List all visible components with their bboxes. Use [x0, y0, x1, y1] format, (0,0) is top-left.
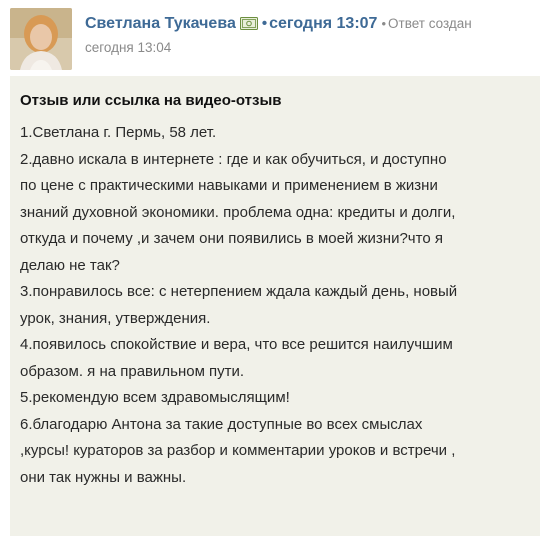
answer-line: делаю не так?: [20, 256, 120, 274]
answer-line: 6.благодарю Антона за такие доступные во…: [20, 415, 423, 433]
post-meta: Светлана Тукачева • сегодня 13:07 • Ответ со…: [85, 12, 540, 60]
money-badge-icon: [239, 14, 258, 30]
answer-line: образом. я на правильном пути.: [20, 362, 245, 380]
post-header: Светлана Тукачева • сегодня 13:07 • Ответ со…: [10, 8, 540, 72]
answer-line: 5.рекомендую всем здравомыслящим!: [20, 389, 290, 406]
answer-title: Отзыв или ссылка на видео-отзыв: [20, 92, 282, 109]
answer-line: по цене с практическими навыками и приме…: [20, 177, 438, 194]
answer-line: урок, знания, утверждения.: [20, 309, 211, 327]
answer-line: 1.Светлана г. Пермь, 58 лет.: [20, 124, 217, 141]
answer-line: откуда и почему ,и зачем они появились в…: [20, 230, 443, 247]
author-name-link[interactable]: Светлана Тукачева: [85, 15, 236, 32]
answer-line: 2.давно искала в интернете : где и как о…: [20, 150, 447, 168]
answer-line: 3.понравилось все: с нетерпением ждала к…: [20, 283, 458, 300]
created-label: Ответ создан: [388, 16, 472, 31]
avatar-image: [10, 8, 72, 70]
avatar[interactable]: [10, 8, 72, 70]
answer-line: ,курсы! кураторов за разбор и комментари…: [20, 442, 456, 459]
answer-line: они так нужны и важны.: [20, 468, 187, 486]
answer-box: Отзыв или ссылка на видео-отзыв 1.Светла…: [10, 76, 540, 536]
created-time: сегодня 13:04: [85, 40, 172, 55]
answer-line: знаний духовной экономики. проблема одна…: [20, 203, 456, 221]
answer-line: 4.появилось спокойствие и вера, что все …: [20, 336, 453, 353]
separator: •: [261, 15, 268, 32]
timestamp-link[interactable]: сегодня 13:07: [269, 15, 377, 32]
separator-small: •: [381, 16, 387, 31]
